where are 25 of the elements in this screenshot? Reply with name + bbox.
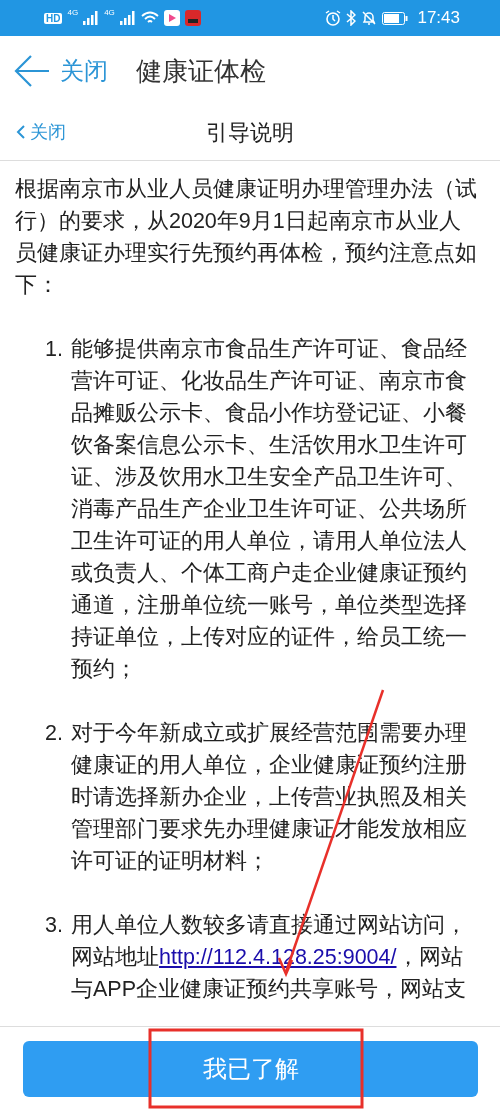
app-icon	[184, 10, 201, 26]
item-number: 1.	[45, 336, 64, 363]
confirm-button[interactable]: 我已了解	[23, 1041, 478, 1097]
close-button[interactable]: 关闭	[16, 120, 66, 144]
intro-paragraph: 根据南京市从业人员健康证明办理管理办法（试行）的要求，从2020年9月1日起南京市从业人员健康证办理实行先预约再体检，预约注意点如下：	[15, 176, 478, 299]
back-arrow-icon[interactable]	[14, 54, 50, 88]
network-label: 4G	[104, 8, 115, 17]
wifi-icon	[140, 11, 159, 25]
signal-icon	[83, 11, 100, 25]
item-number: 2.	[45, 720, 64, 747]
close-link[interactable]: 关闭	[60, 55, 108, 87]
clock-time: 17:43	[417, 8, 460, 28]
battery-icon	[382, 11, 409, 25]
network-label: 4G	[67, 8, 79, 17]
signal-icon	[119, 11, 136, 25]
app-icon	[163, 10, 180, 26]
bluetooth-icon	[346, 10, 357, 26]
item-number: 3.	[45, 912, 64, 939]
item-text: 能够提供南京市食品生产许可证、食品经营许可证、化妆品生产许可证、南京市食品摊贩公示卡、食品小作坊登记证、小餐饮备案信息公示卡、生活饮用水卫生许可证、涉及饮用水卫生安全产品卫生许可、消毒产品生产企业卫生许可证、公共场所卫生许可证的用人单位，请用人单位法人或负责人、个体工商户走企业健康证预约通道，注册单位统一账号，单位类型选择持证单位，上传对应的证件，给员工统一预约；	[71, 336, 468, 683]
hd-badge: HD	[44, 12, 63, 24]
chevron-icon	[16, 124, 26, 140]
page-title: 引导说明	[206, 119, 294, 147]
bell-off-icon	[361, 10, 378, 26]
app-title: 健康证体检	[136, 54, 266, 88]
alarm-icon	[325, 10, 342, 26]
